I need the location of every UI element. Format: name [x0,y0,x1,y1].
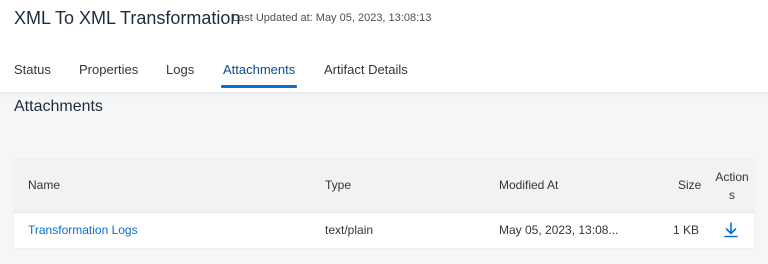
tab-status[interactable]: Status [14,62,51,78]
last-updated-text: Last Updated at: May 05, 2023, 13:08:13 [232,12,432,24]
page-title: XML To XML Transformation [14,8,241,28]
tab-properties[interactable]: Properties [79,62,138,78]
tab-logs[interactable]: Logs [166,62,194,78]
attachment-type: text/plain [325,223,374,237]
column-header-size[interactable]: Size [678,178,701,192]
active-tab-indicator [221,85,297,88]
column-header-actions: Actions [715,170,749,202]
page: XML To XML Transformation Last Updated a… [0,0,768,264]
tab-bar: Status Properties Logs Attachments Artif… [0,56,768,95]
column-header-modified[interactable]: Modified At [499,178,558,192]
download-icon[interactable] [722,221,740,239]
column-header-type[interactable]: Type [325,178,351,192]
header-divider [0,92,768,97]
attachments-table: Name Type Modified At Size Actions Trans… [14,160,754,248]
tab-artifact-details[interactable]: Artifact Details [324,62,408,78]
table-header: Name Type Modified At Size Actions [14,160,754,213]
tab-attachments[interactable]: Attachments [223,62,295,78]
object-header: XML To XML Transformation Last Updated a… [0,0,768,95]
table-row: Transformation Logs text/plain May 05, 2… [14,213,754,248]
attachment-size: 1 KB [673,223,700,237]
attachment-name-link[interactable]: Transformation Logs [28,223,138,237]
section-title: Attachments [14,98,103,115]
attachment-modified: May 05, 2023, 13:08... [499,223,619,237]
column-header-name[interactable]: Name [28,178,60,192]
